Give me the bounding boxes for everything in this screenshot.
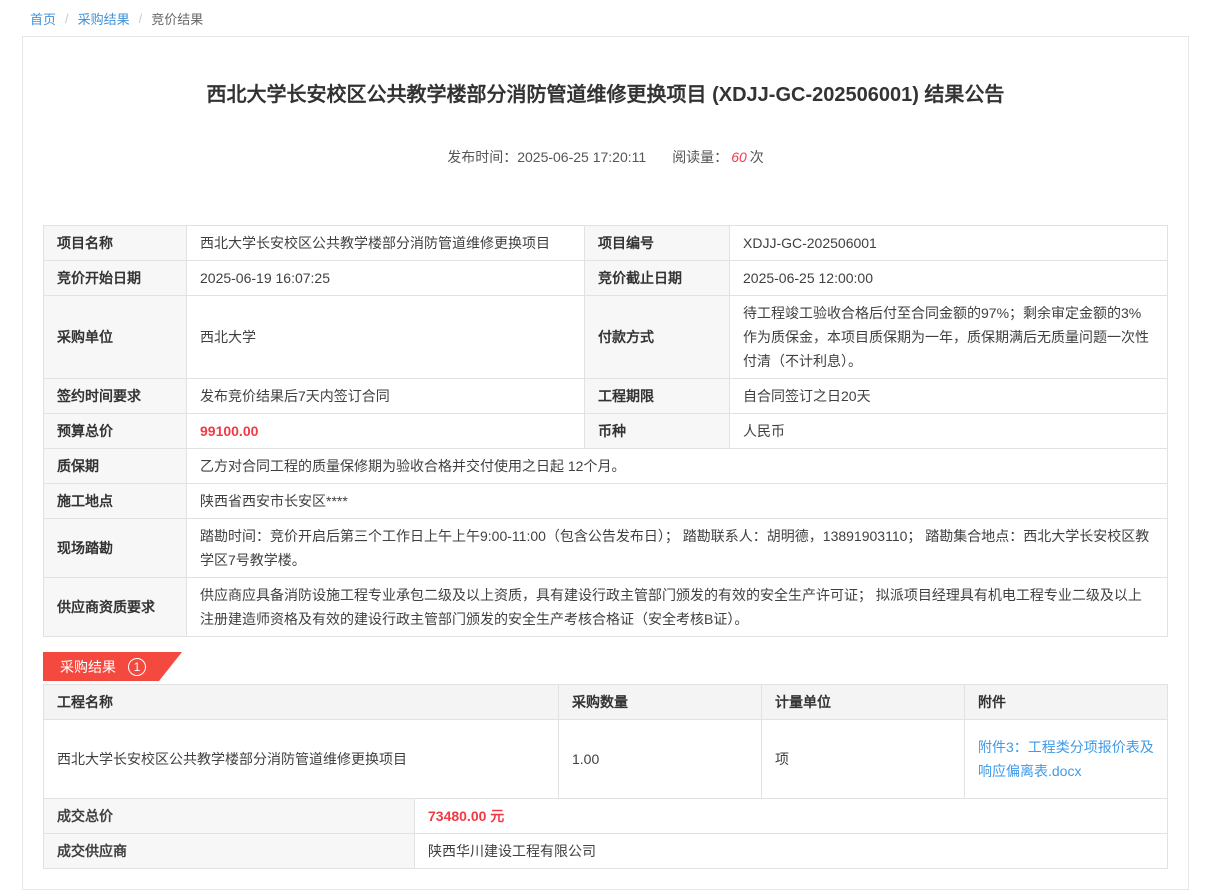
procurement-result-badge: 采购结果 1 bbox=[43, 652, 182, 681]
detail-value: 2025-06-25 12:00:00 bbox=[730, 261, 1168, 296]
detail-value: 待工程竣工验收合格后付至合同金额的97%；剩余审定金额的3%作为质保金，本项目质… bbox=[730, 296, 1168, 379]
detail-value: 踏勘时间：竞价开启后第三个工作日上午上午9:00-11:00（包含公告发布日）；… bbox=[187, 519, 1168, 578]
announcement-card: 西北大学长安校区公共教学楼部分消防管道维修更换项目 (XDJJ-GC-20250… bbox=[22, 36, 1189, 890]
breadcrumb-separator: / bbox=[139, 11, 143, 26]
breadcrumb-home[interactable]: 首页 bbox=[30, 9, 56, 28]
table-row: 施工地点 陕西省西安市长安区**** bbox=[44, 484, 1168, 519]
result-project-name: 西北大学长安校区公共教学楼部分消防管道维修更换项目 bbox=[44, 720, 559, 799]
detail-label: 预算总价 bbox=[44, 414, 187, 449]
detail-label: 竞价截止日期 bbox=[585, 261, 730, 296]
breadcrumb-bidding-results: 竞价结果 bbox=[151, 9, 203, 28]
detail-value: 乙方对合同工程的质量保修期为验收合格并交付使用之日起 12个月。 bbox=[187, 449, 1168, 484]
total-price-label: 成交总价 bbox=[44, 799, 415, 834]
breadcrumb-separator: / bbox=[65, 11, 69, 26]
table-row: 竞价开始日期 2025-06-19 16:07:25 竞价截止日期 2025-0… bbox=[44, 261, 1168, 296]
detail-label: 采购单位 bbox=[44, 296, 187, 379]
detail-value: 2025-06-19 16:07:25 bbox=[187, 261, 585, 296]
table-row: 预算总价 99100.00 币种 人民币 bbox=[44, 414, 1168, 449]
detail-label: 项目名称 bbox=[44, 226, 187, 261]
result-table: 工程名称 采购数量 计量单位 附件 西北大学长安校区公共教学楼部分消防管道维修更… bbox=[43, 684, 1168, 799]
table-row: 供应商资质要求 供应商应具备消防设施工程专业承包二级及以上资质，具有建设行政主管… bbox=[44, 578, 1168, 637]
table-row: 西北大学长安校区公共教学楼部分消防管道维修更换项目 1.00 项 附件3：工程类… bbox=[44, 720, 1168, 799]
winning-supplier-label: 成交供应商 bbox=[44, 834, 415, 869]
breadcrumb: 首页 / 采购结果 / 竞价结果 bbox=[0, 0, 1211, 36]
badge-label: 采购结果 bbox=[60, 657, 116, 677]
views-label: 阅读量： bbox=[672, 149, 728, 165]
project-detail-table: 项目名称 西北大学长安校区公共教学楼部分消防管道维修更换项目 项目编号 XDJJ… bbox=[43, 225, 1168, 637]
column-header-quantity: 采购数量 bbox=[559, 685, 762, 720]
result-unit: 项 bbox=[762, 720, 965, 799]
detail-label: 现场踏勘 bbox=[44, 519, 187, 578]
detail-label: 项目编号 bbox=[585, 226, 730, 261]
badge-count: 1 bbox=[128, 658, 146, 676]
table-row: 项目名称 西北大学长安校区公共教学楼部分消防管道维修更换项目 项目编号 XDJJ… bbox=[44, 226, 1168, 261]
result-section-header: 采购结果 1 bbox=[43, 652, 1168, 681]
table-row: 成交总价 73480.00 元 bbox=[44, 799, 1168, 834]
detail-value: 人民币 bbox=[730, 414, 1168, 449]
views-count: 60 bbox=[731, 149, 747, 165]
detail-value: 西北大学 bbox=[187, 296, 585, 379]
detail-label: 质保期 bbox=[44, 449, 187, 484]
publish-time-value: 2025-06-25 17:20:11 bbox=[517, 149, 646, 165]
detail-label: 币种 bbox=[585, 414, 730, 449]
detail-value: 西北大学长安校区公共教学楼部分消防管道维修更换项目 bbox=[187, 226, 585, 261]
detail-label: 签约时间要求 bbox=[44, 379, 187, 414]
attachment-link[interactable]: 附件3：工程类分项报价表及响应偏离表.docx bbox=[978, 735, 1154, 783]
result-summary-table: 成交总价 73480.00 元 成交供应商 陕西华川建设工程有限公司 bbox=[43, 798, 1168, 869]
result-attachment-cell: 附件3：工程类分项报价表及响应偏离表.docx bbox=[965, 720, 1168, 799]
detail-label: 付款方式 bbox=[585, 296, 730, 379]
winning-supplier-value: 陕西华川建设工程有限公司 bbox=[415, 834, 1168, 869]
result-quantity: 1.00 bbox=[559, 720, 762, 799]
views-unit: 次 bbox=[750, 149, 764, 165]
detail-label: 竞价开始日期 bbox=[44, 261, 187, 296]
table-row: 现场踏勘 踏勘时间：竞价开启后第三个工作日上午上午9:00-11:00（包含公告… bbox=[44, 519, 1168, 578]
table-row: 质保期 乙方对合同工程的质量保修期为验收合格并交付使用之日起 12个月。 bbox=[44, 449, 1168, 484]
detail-label: 工程期限 bbox=[585, 379, 730, 414]
table-row: 成交供应商 陕西华川建设工程有限公司 bbox=[44, 834, 1168, 869]
column-header-unit: 计量单位 bbox=[762, 685, 965, 720]
detail-label: 供应商资质要求 bbox=[44, 578, 187, 637]
table-header-row: 工程名称 采购数量 计量单位 附件 bbox=[44, 685, 1168, 720]
table-row: 签约时间要求 发布竞价结果后7天内签订合同 工程期限 自合同签订之日20天 bbox=[44, 379, 1168, 414]
budget-total-value: 99100.00 bbox=[187, 414, 585, 449]
column-header-project-name: 工程名称 bbox=[44, 685, 559, 720]
detail-value: 自合同签订之日20天 bbox=[730, 379, 1168, 414]
detail-value: 陕西省西安市长安区**** bbox=[187, 484, 1168, 519]
detail-value: 供应商应具备消防设施工程专业承包二级及以上资质，具有建设行政主管部门颁发的有效的… bbox=[187, 578, 1168, 637]
column-header-attachment: 附件 bbox=[965, 685, 1168, 720]
publish-meta: 发布时间：2025-06-25 17:20:11 阅读量：60次 bbox=[23, 147, 1188, 167]
publish-time-label: 发布时间： bbox=[447, 149, 517, 165]
detail-value: 发布竞价结果后7天内签订合同 bbox=[187, 379, 585, 414]
table-row: 采购单位 西北大学 付款方式 待工程竣工验收合格后付至合同金额的97%；剩余审定… bbox=[44, 296, 1168, 379]
detail-value: XDJJ-GC-202506001 bbox=[730, 226, 1168, 261]
total-price-value: 73480.00 元 bbox=[415, 799, 1168, 834]
breadcrumb-procurement-results[interactable]: 采购结果 bbox=[78, 9, 130, 28]
page-title: 西北大学长安校区公共教学楼部分消防管道维修更换项目 (XDJJ-GC-20250… bbox=[93, 81, 1118, 110]
detail-label: 施工地点 bbox=[44, 484, 187, 519]
